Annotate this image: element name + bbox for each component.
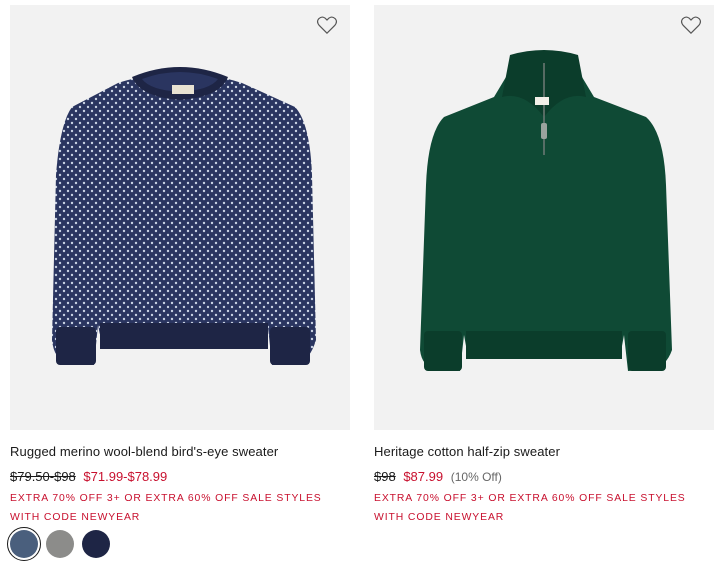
heart-icon[interactable] <box>316 15 338 35</box>
swatch-navy-heather[interactable] <box>7 527 41 561</box>
sale-price: $71.99-$78.99 <box>83 469 168 484</box>
price-row: $98 $87.99 (10% Off) <box>374 469 714 485</box>
promo-text: EXTRA 70% OFF 3+ OR EXTRA 60% OFF SALE S… <box>10 493 322 523</box>
sale-price: $87.99 <box>403 469 444 484</box>
original-price: $79.50-$98 <box>10 469 76 484</box>
product-image[interactable] <box>10 5 350 430</box>
swatch-grey[interactable] <box>46 530 74 558</box>
price-row: $79.50-$98 $71.99-$78.99 <box>10 469 350 485</box>
color-swatches <box>7 527 110 561</box>
promo-text: EXTRA 70% OFF 3+ OR EXTRA 60% OFF SALE S… <box>374 493 686 523</box>
discount-percent: (10% Off) <box>450 470 502 484</box>
product-title[interactable]: Rugged merino wool-blend bird's-eye swea… <box>10 444 350 460</box>
swatch-navy[interactable] <box>82 530 110 558</box>
product-card[interactable]: Rugged merino wool-blend bird's-eye swea… <box>10 5 350 527</box>
navy-sweater-image <box>52 67 316 365</box>
heart-icon[interactable] <box>680 15 702 35</box>
product-title[interactable]: Heritage cotton half-zip sweater <box>374 444 714 460</box>
product-card[interactable]: Heritage cotton half-zip sweater $98 $87… <box>374 5 714 527</box>
original-price: $98 <box>374 469 396 484</box>
product-image[interactable] <box>374 5 714 430</box>
green-sweater-image <box>420 50 672 371</box>
